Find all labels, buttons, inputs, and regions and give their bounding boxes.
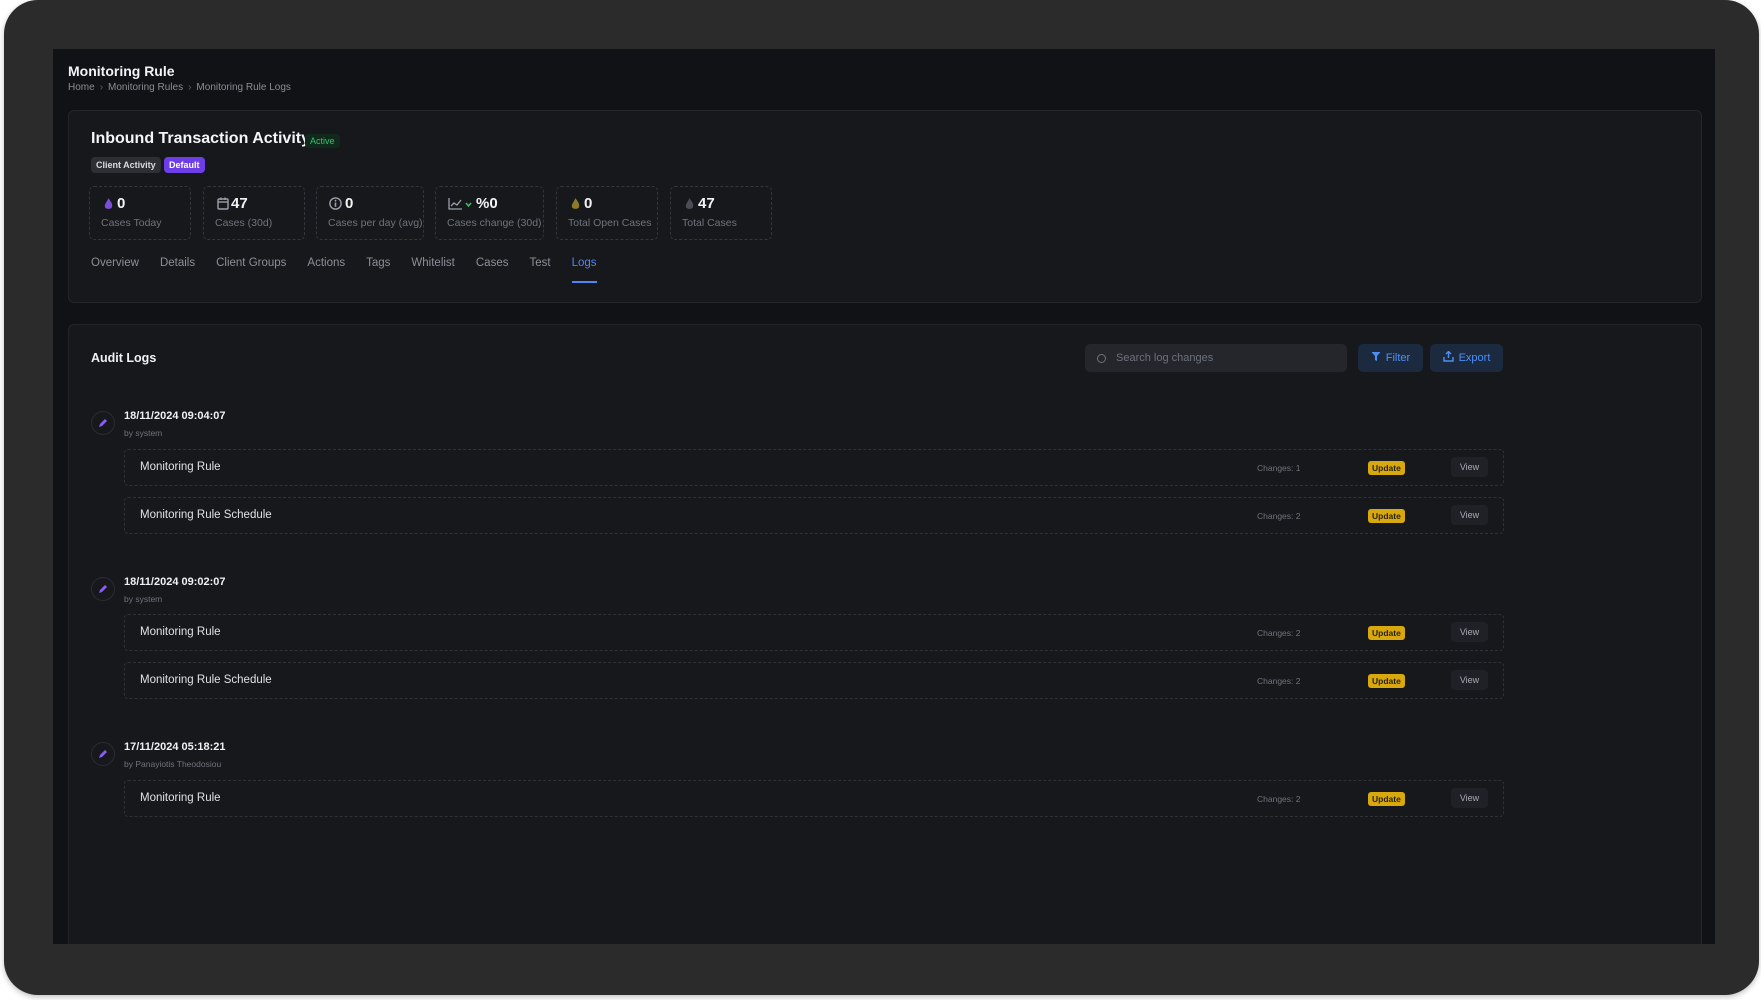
stat-value: %0 xyxy=(476,195,498,212)
stat-value: 47 xyxy=(698,195,715,212)
log-entry-time: 18/11/2024 09:02:07 xyxy=(124,576,226,588)
stat-value: 47 xyxy=(231,195,248,212)
info-icon xyxy=(329,197,342,212)
view-button[interactable]: View xyxy=(1451,622,1488,642)
stat-cases-30d: 47 Cases (30d) xyxy=(203,186,305,240)
change-entity: Monitoring Rule Schedule xyxy=(140,674,272,686)
change-row: Monitoring Rule Changes: 2 Update View xyxy=(124,780,1504,817)
stat-value: 0 xyxy=(345,195,354,212)
log-entry-author: by Panayiotis Theodosiou xyxy=(124,759,222,769)
update-badge: Update xyxy=(1368,626,1405,640)
stat-value: 0 xyxy=(584,195,593,212)
stat-label: Cases per day (avg) xyxy=(328,217,423,229)
breadcrumb-current: Monitoring Rule Logs xyxy=(196,82,291,93)
rule-name: Inbound Transaction Activity xyxy=(91,130,310,147)
breadcrumb-monitoring-rules[interactable]: Monitoring Rules xyxy=(108,82,183,93)
view-button[interactable]: View xyxy=(1451,670,1488,690)
change-row: Monitoring Rule Changes: 1 Update View xyxy=(124,449,1504,486)
stat-label: Cases Today xyxy=(101,217,162,229)
edit-icon xyxy=(91,742,115,766)
filter-icon xyxy=(1371,351,1381,365)
breadcrumb: Home › Monitoring Rules › Monitoring Rul… xyxy=(68,82,291,93)
change-count: Changes: 2 xyxy=(1257,794,1301,804)
tab-whitelist[interactable]: Whitelist xyxy=(411,257,454,283)
change-entity: Monitoring Rule xyxy=(140,461,221,473)
audit-logs-card: Audit Logs Filter Export 18/1 xyxy=(68,324,1702,944)
change-row: Monitoring Rule Schedule Changes: 2 Upda… xyxy=(124,662,1504,699)
audit-logs-title: Audit Logs xyxy=(91,351,157,365)
export-icon xyxy=(1442,350,1454,365)
filter-button[interactable]: Filter xyxy=(1358,344,1423,372)
tab-actions[interactable]: Actions xyxy=(307,257,345,283)
breadcrumb-separator: › xyxy=(188,82,192,93)
change-count: Changes: 2 xyxy=(1257,628,1301,638)
search-box xyxy=(1085,344,1347,372)
change-entity: Monitoring Rule xyxy=(140,792,221,804)
export-button-label: Export xyxy=(1458,352,1491,364)
update-badge: Update xyxy=(1368,674,1405,688)
stat-cases-today: 0 Cases Today xyxy=(89,186,191,240)
export-button[interactable]: Export xyxy=(1430,344,1503,372)
log-entry-time: 18/11/2024 09:04:07 xyxy=(124,410,226,422)
change-count: Changes: 2 xyxy=(1257,511,1301,521)
update-badge: Update xyxy=(1368,461,1405,475)
tab-client-groups[interactable]: Client Groups xyxy=(216,257,286,283)
log-entry-author: by system xyxy=(124,594,163,604)
flame-icon xyxy=(569,197,582,212)
change-count: Changes: 2 xyxy=(1257,676,1301,686)
log-entry-author: by system xyxy=(124,428,163,438)
trend-chart-icon xyxy=(448,197,474,212)
device-frame: Monitoring Rule Home › Monitoring Rules … xyxy=(4,0,1759,995)
page-title: Monitoring Rule xyxy=(68,63,175,79)
tab-bar: Overview Details Client Groups Actions T… xyxy=(91,257,618,283)
breadcrumb-separator: › xyxy=(99,82,104,93)
stat-label: Cases change (30d) xyxy=(447,217,542,229)
change-entity: Monitoring Rule Schedule xyxy=(140,509,272,521)
view-button[interactable]: View xyxy=(1451,505,1488,525)
stat-value: 0 xyxy=(117,195,126,212)
stat-label: Total Open Cases xyxy=(568,217,652,229)
filter-button-label: Filter xyxy=(1385,352,1411,364)
log-entry-time: 17/11/2024 05:18:21 xyxy=(124,741,226,753)
flame-icon xyxy=(102,197,115,212)
view-button[interactable]: View xyxy=(1451,788,1488,808)
stat-total-cases: 47 Total Cases xyxy=(670,186,772,240)
change-count: Changes: 1 xyxy=(1257,463,1301,473)
change-row: Monitoring Rule Schedule Changes: 2 Upda… xyxy=(124,497,1504,534)
stat-cases-per-day: 0 Cases per day (avg) xyxy=(316,186,424,240)
stat-label: Cases (30d) xyxy=(215,217,273,229)
update-badge: Update xyxy=(1368,509,1405,523)
tab-tags[interactable]: Tags xyxy=(366,257,390,283)
stat-cases-change: %0 Cases change (30d) xyxy=(435,186,544,240)
tag-client-activity: Client Activity xyxy=(91,157,161,173)
edit-icon xyxy=(91,411,115,435)
stat-total-open-cases: 0 Total Open Cases xyxy=(556,186,658,240)
tab-test[interactable]: Test xyxy=(529,257,550,283)
tab-details[interactable]: Details xyxy=(160,257,195,283)
tab-logs[interactable]: Logs xyxy=(571,257,597,283)
stat-label: Total Cases xyxy=(682,217,737,229)
update-badge: Update xyxy=(1368,792,1405,806)
tab-overview[interactable]: Overview xyxy=(91,257,139,283)
flame-icon xyxy=(683,197,696,212)
search-icon xyxy=(1097,353,1106,363)
change-row: Monitoring Rule Changes: 2 Update View xyxy=(124,614,1504,651)
change-entity: Monitoring Rule xyxy=(140,626,221,638)
rule-summary-card: Inbound Transaction Activity Active Clie… xyxy=(68,110,1702,303)
view-button[interactable]: View xyxy=(1451,457,1488,477)
search-input[interactable] xyxy=(1114,351,1338,365)
edit-icon xyxy=(91,577,115,601)
tag-default: Default xyxy=(164,157,205,173)
breadcrumb-home[interactable]: Home xyxy=(68,82,95,93)
status-badge: Active xyxy=(305,134,340,148)
tab-cases[interactable]: Cases xyxy=(476,257,509,283)
calendar-icon xyxy=(216,197,229,212)
app-screen: Monitoring Rule Home › Monitoring Rules … xyxy=(53,49,1715,944)
